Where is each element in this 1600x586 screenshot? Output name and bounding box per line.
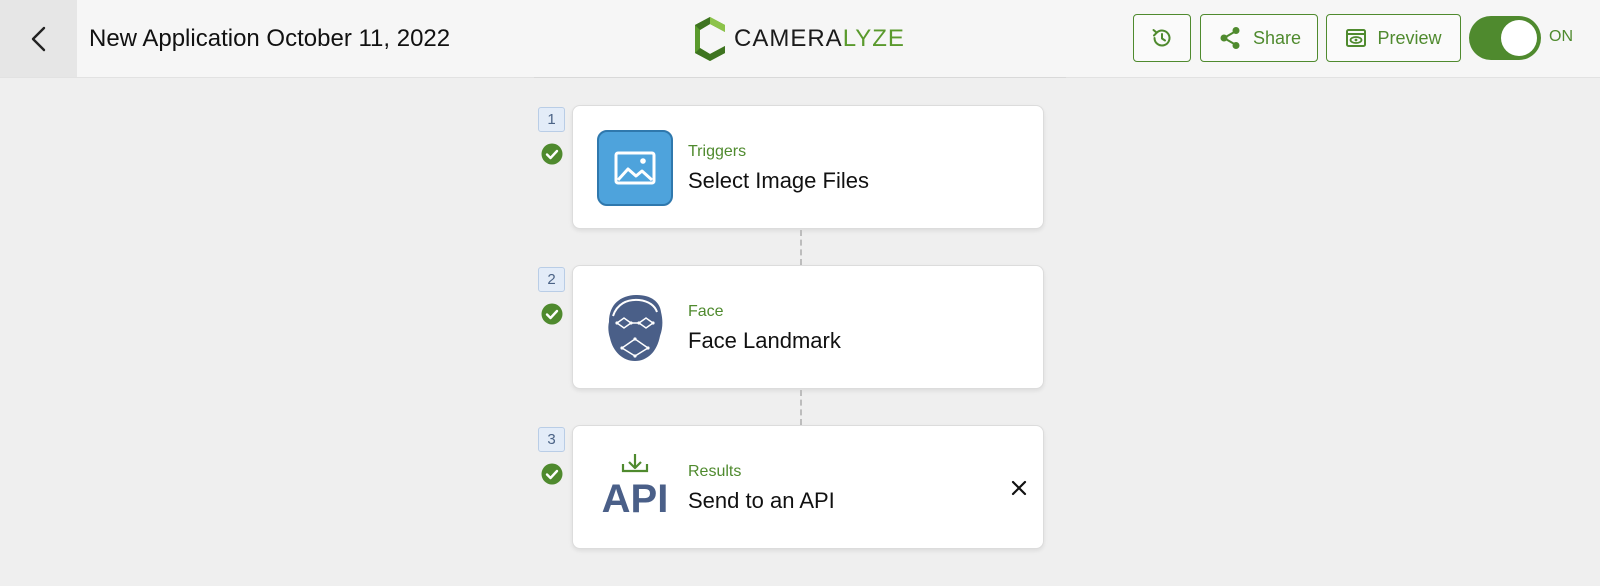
history-icon — [1152, 29, 1171, 47]
check-circle-icon — [541, 303, 563, 325]
toggle-state-label: ON — [1549, 28, 1573, 45]
svg-text:API: API — [602, 477, 669, 521]
step-number-badge: 1 — [538, 107, 565, 132]
step-card-face-landmark[interactable]: Face Face Landmark — [572, 265, 1044, 389]
eye-icon — [1346, 29, 1367, 47]
step-title: Face Landmark — [688, 328, 841, 353]
share-button[interactable]: Share — [1200, 14, 1318, 62]
step-category: Results — [688, 463, 742, 480]
step-card-send-to-api[interactable]: API Results Send to an API — [572, 425, 1044, 549]
cameralyze-logo-icon — [695, 17, 725, 61]
face-landmark-icon — [608, 295, 663, 361]
step-number-badge: 3 — [538, 427, 565, 452]
step-number-badge: 2 — [538, 267, 565, 292]
step-connector — [800, 230, 802, 265]
preview-button-label: Preview — [1377, 27, 1442, 48]
step-category: Triggers — [688, 143, 747, 160]
image-icon — [597, 130, 673, 206]
toggle-knob — [1501, 20, 1537, 56]
step-category: Face — [688, 303, 724, 320]
step-title: Send to an API — [688, 488, 835, 513]
share-icon — [1220, 27, 1240, 49]
active-toggle[interactable] — [1469, 16, 1541, 60]
back-button[interactable] — [0, 0, 77, 77]
history-button[interactable] — [1133, 14, 1191, 62]
preview-button[interactable]: Preview — [1326, 14, 1461, 62]
api-download-icon: API — [602, 454, 669, 521]
header-underline — [534, 77, 1066, 78]
share-button-label: Share — [1252, 27, 1302, 48]
check-circle-icon — [541, 463, 563, 485]
step-connector — [800, 390, 802, 425]
chevron-left-icon — [31, 26, 45, 51]
step-card-select-image-files[interactable]: Triggers Select Image Files — [572, 105, 1044, 229]
check-circle-icon — [541, 143, 563, 165]
close-icon[interactable] — [1009, 478, 1029, 498]
logo-text-main: CAMERA — [734, 25, 843, 52]
step-title: Select Image Files — [688, 168, 869, 193]
cameralyze-logo: CAMERALYZE — [694, 16, 905, 62]
app-header: New Application October 11, 2022 CAMERAL… — [0, 0, 1600, 78]
application-title[interactable]: New Application October 11, 2022 — [89, 22, 469, 56]
logo-text-accent: LYZE — [842, 25, 905, 52]
